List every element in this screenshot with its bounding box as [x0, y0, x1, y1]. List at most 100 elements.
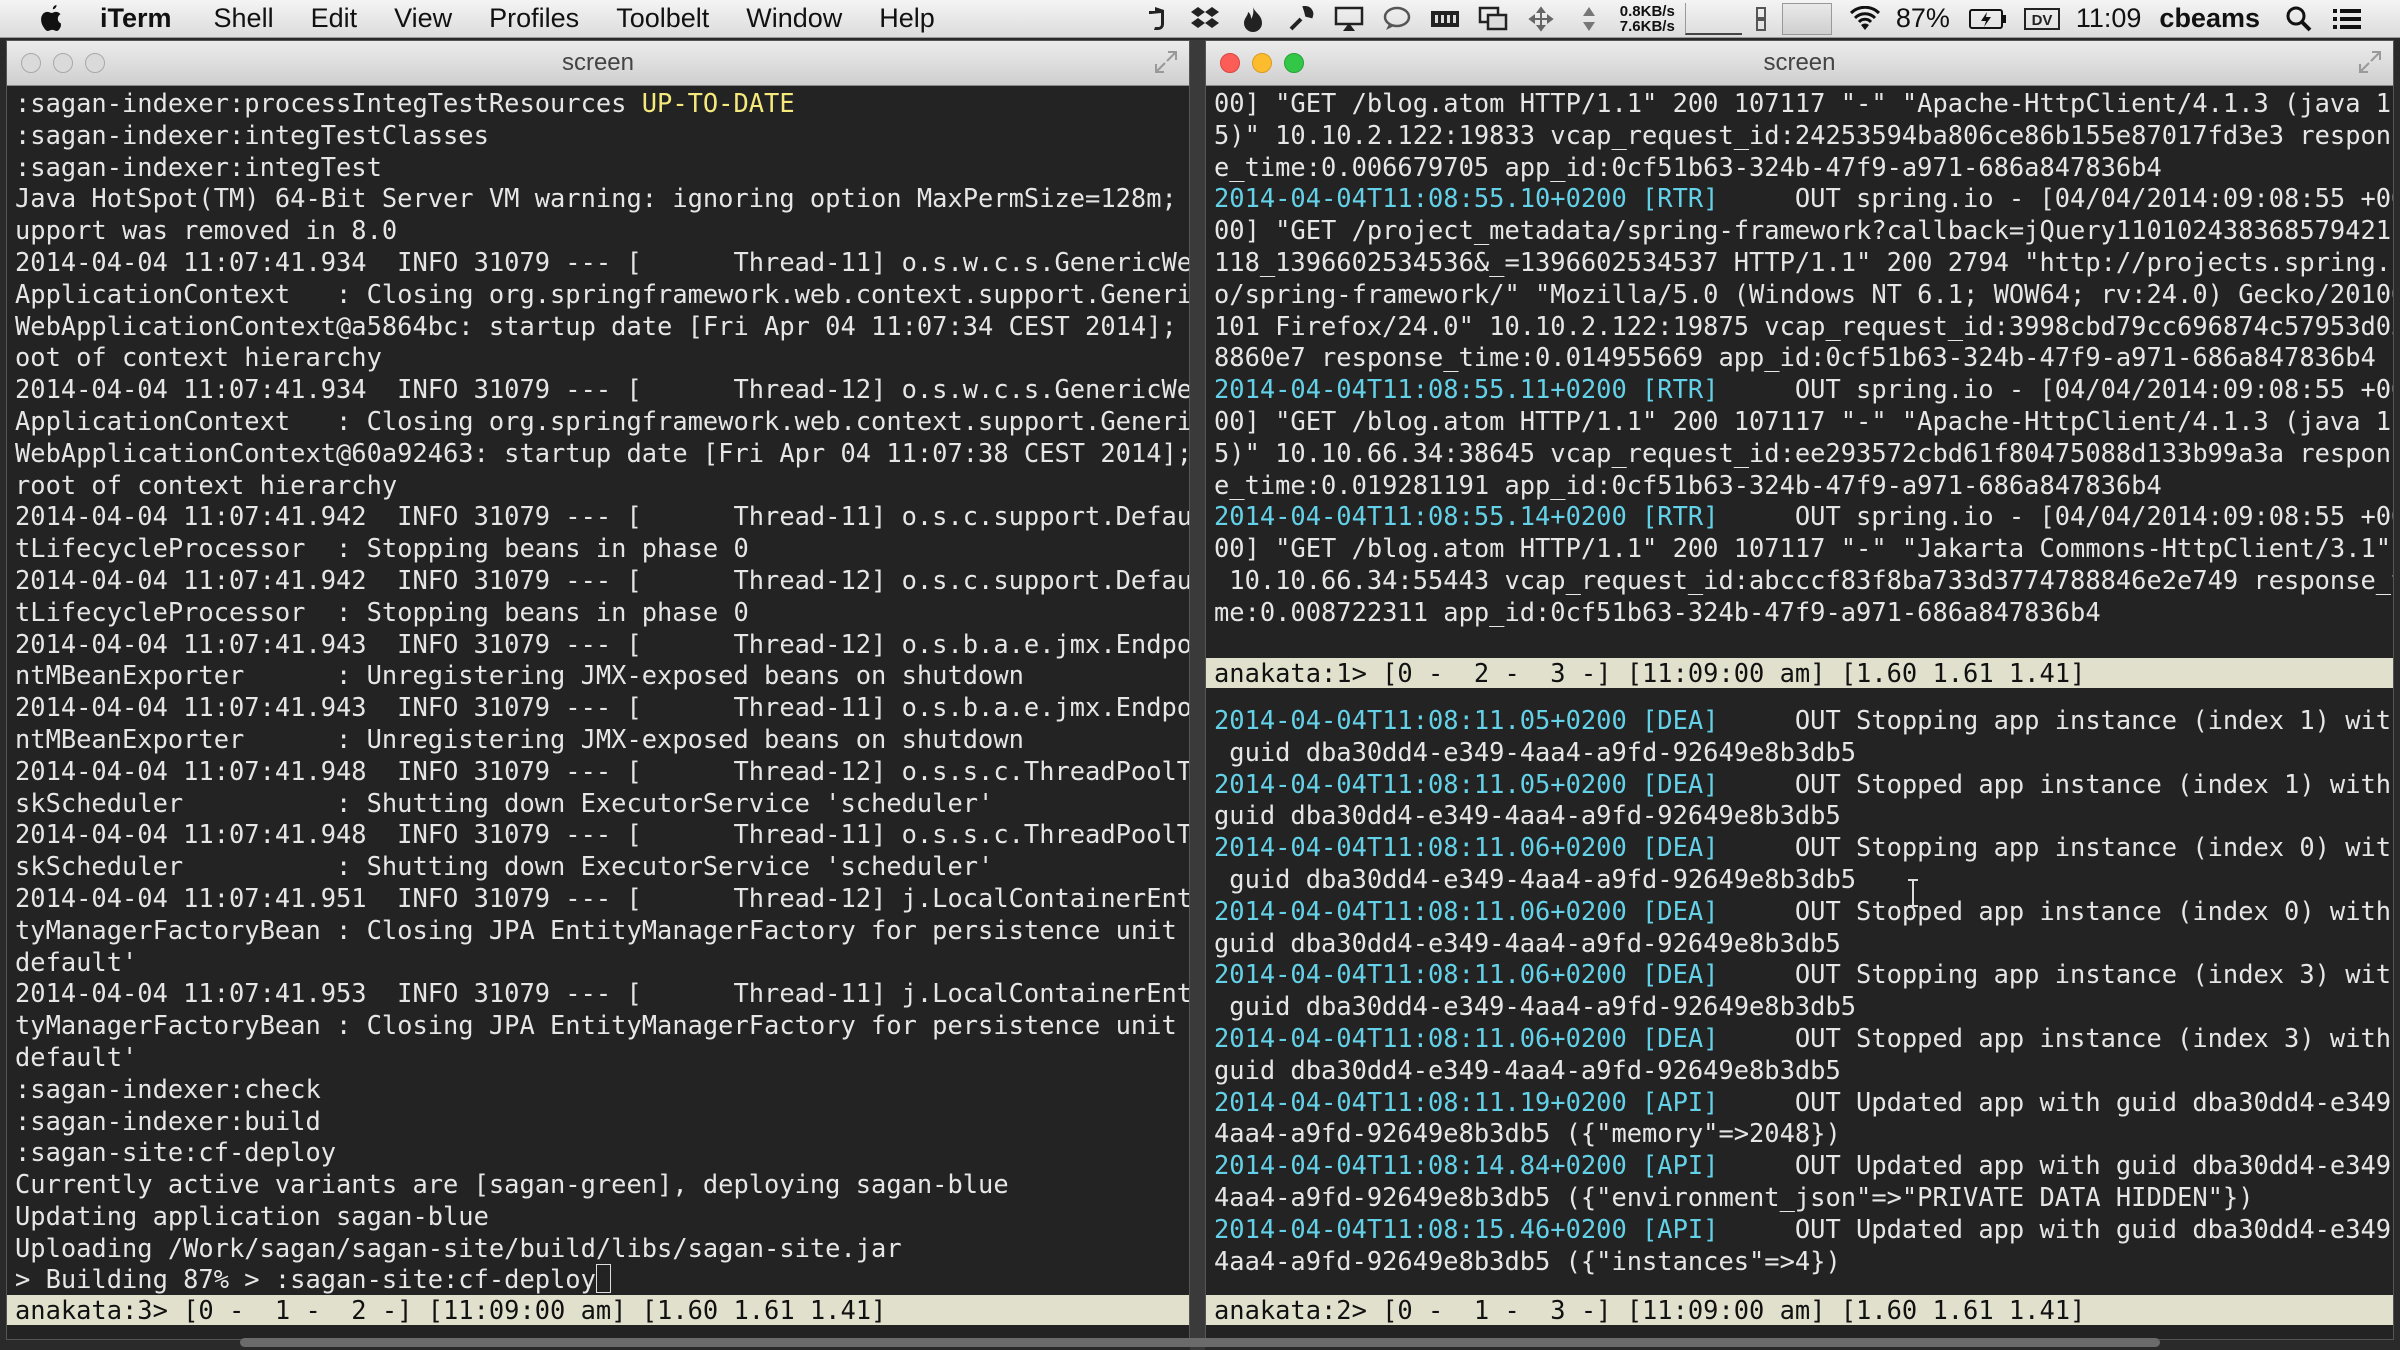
menu-profiles[interactable]: Profiles [489, 3, 579, 34]
window-controls [21, 53, 117, 73]
terminal-line: 00] "GET /blog.atom HTTP/1.1" 200 107117… [1214, 533, 2391, 565]
fullscreen-icon[interactable] [1153, 49, 1179, 75]
list-icon[interactable] [2330, 4, 2364, 34]
menu-items: iTerm Shell Edit View Profiles Toolbelt … [100, 3, 972, 34]
menu-window[interactable]: Window [746, 3, 842, 34]
tools-icon[interactable] [1284, 4, 1318, 34]
line-text: guid dba30dd4-e349-4aa4-a9fd-92649e8b3db… [1214, 991, 1857, 1022]
window-titlebar[interactable]: screen [7, 41, 1189, 86]
dv-icon[interactable]: DV [2022, 4, 2062, 34]
terminal-line: 5)" 10.10.2.122:19833 vcap_request_id:24… [1214, 120, 2393, 152]
line-text: guid dba30dd4-e349-4aa4-a9fd-92649e8b3db… [1214, 736, 1857, 767]
terminal-line: :sagan-indexer:check [15, 1074, 1181, 1106]
terminal-window-left[interactable]: screen :sagan-indexer:processIntegTestRe… [6, 40, 1190, 1340]
log-timestamp: 2014-04-04T11:08:55.11+0200 [RTR] [1214, 374, 1719, 405]
terminal-line: 4aa4-a9fd-92649e8b3db5 ({"instances"=>4}… [1214, 1246, 2385, 1278]
terminal-line: 4aa4-a9fd-92649e8b3db5 ({"environment_js… [1214, 1182, 2385, 1214]
cpu-icon[interactable] [1754, 4, 1768, 34]
line-text: WebApplicationContext@a5864bc: startup d… [15, 310, 1189, 341]
fullscreen-icon[interactable] [2357, 49, 2383, 75]
terminal-line: 2014-04-04 11:07:41.953 INFO 31079 --- [… [15, 978, 1189, 1010]
network-speed: 0.8KB/s 7.6KB/s [1620, 4, 1675, 34]
horizontal-scrollbar[interactable] [240, 1338, 2160, 1347]
search-icon[interactable] [2282, 4, 2316, 34]
minimize-button[interactable] [1252, 53, 1272, 73]
network-graph[interactable] [1684, 2, 1742, 35]
line-text: OUT Stopped app instance (index 1) with [1718, 768, 2392, 799]
battery-percent: 87% [1895, 3, 1950, 33]
move-icon[interactable] [1524, 4, 1558, 34]
clock[interactable]: 11:09 [2076, 3, 2142, 34]
log-timestamp: 2014-04-04T11:08:14.84+0200 [API] [1214, 1150, 1719, 1181]
line-text: OUT Updated app with guid dba30dd4-e349- [1718, 1213, 2393, 1244]
terminal-line: tyManagerFactoryBean : Closing JPA Entit… [15, 1010, 1181, 1042]
window-titlebar[interactable]: screen [1206, 41, 2393, 86]
mouse-cursor-icon [1908, 879, 1918, 907]
line-text: 2014-04-04 11:07:41.948 INFO 31079 --- [… [15, 819, 1189, 850]
user-name[interactable]: cbeams [2159, 3, 2260, 34]
menu-help[interactable]: Help [879, 3, 935, 34]
evernote-icon[interactable] [1140, 4, 1174, 34]
menu-edit[interactable]: Edit [311, 3, 358, 34]
terminal-output-bottom[interactable]: 2014-04-04T11:08:11.05+0200 [DEA] OUT St… [1206, 703, 2393, 1279]
terminal-line: e_time:0.006679705 app_id:0cf51b63-324b-… [1214, 152, 2385, 184]
terminal-line: 2014-04-04T11:08:55.11+0200 [RTR] OUT sp… [1214, 374, 2393, 406]
battery-icon[interactable] [1968, 4, 2008, 34]
line-text: Java HotSpot(TM) 64-Bit Server VM warnin… [15, 183, 1189, 214]
svg-text:DV: DV [2031, 12, 2052, 29]
line-text: upport was removed in 8.0 [15, 215, 398, 246]
line-text: 2014-04-04 11:07:41.934 INFO 31079 --- [… [15, 374, 1189, 405]
screen-split-status-bar: anakata:1> [0 - 2 - 3 -] [11:09:00 am] [… [1206, 658, 2393, 688]
line-text: 2014-04-04 11:07:41.948 INFO 31079 --- [… [15, 755, 1189, 786]
line-text: OUT Stopping app instance (index 0) with [1718, 832, 2393, 863]
arrows-icon[interactable] [1572, 4, 1606, 34]
apple-icon[interactable] [36, 3, 66, 35]
menu-view[interactable]: View [394, 3, 452, 34]
terminal-output-top[interactable]: 00] "GET /blog.atom HTTP/1.1" 200 107117… [1206, 86, 2393, 666]
line-text: > Building 87% > :sagan-site:cf-deploy [15, 1264, 596, 1295]
memory-icon[interactable] [1428, 4, 1462, 34]
terminal-line: 00] "GET /project_metadata/spring-framew… [1214, 215, 2391, 247]
flame-icon[interactable] [1236, 4, 1270, 34]
airplay-icon[interactable] [1332, 4, 1366, 34]
line-text: tLifecycleProcessor : Stopping beans in … [15, 533, 749, 564]
terminal-line: 2014-04-04T11:08:55.10+0200 [RTR] OUT sp… [1214, 183, 2393, 215]
terminal-line: root of context hierarchy [15, 470, 1181, 502]
terminal-line: 2014-04-04 11:07:41.943 INFO 31079 --- [… [15, 692, 1189, 724]
close-button[interactable] [1220, 53, 1240, 73]
terminal-line: 2014-04-04T11:08:11.05+0200 [DEA] OUT St… [1214, 705, 2393, 737]
terminal-line: 118_1396602534536&_=1396602534537 HTTP/1… [1214, 247, 2393, 279]
terminal-window-right[interactable]: screen 00] "GET /blog.atom HTTP/1.1" 200… [1205, 40, 2394, 1340]
zoom-button[interactable] [85, 53, 105, 73]
line-text: 2014-04-04 11:07:41.943 INFO 31079 --- [… [15, 628, 1189, 659]
minimize-button[interactable] [53, 53, 73, 73]
line-text: ntMBeanExporter : Unregistering JMX-expo… [15, 723, 1024, 754]
terminal-line: ApplicationContext : Closing org.springf… [15, 406, 1189, 438]
terminal-line: 2014-04-04T11:08:55.14+0200 [RTR] OUT sp… [1214, 501, 2393, 533]
terminal-line: 2014-04-04T11:08:15.46+0200 [API] OUT Up… [1214, 1214, 2393, 1246]
chat-icon[interactable] [1380, 4, 1414, 34]
cpu-graph[interactable] [1781, 2, 1832, 35]
line-text: ApplicationContext : Closing org.springf… [15, 405, 1189, 436]
terminal-line: :sagan-site:cf-deploy [15, 1137, 1181, 1169]
line-text: o/spring-framework/" "Mozilla/5.0 (Windo… [1214, 278, 2393, 309]
terminal-output[interactable]: :sagan-indexer:processIntegTestResources… [7, 86, 1189, 1339]
terminal-line: 2014-04-04 11:07:41.948 INFO 31079 --- [… [15, 819, 1189, 851]
line-text: 5)" 10.10.2.122:19833 vcap_request_id:24… [1214, 119, 2393, 150]
terminal-line: guid dba30dd4-e349-4aa4-a9fd-92649e8b3db… [1214, 991, 2385, 1023]
log-timestamp: 2014-04-04T11:08:55.10+0200 [RTR] [1214, 183, 1719, 214]
wifi-icon[interactable] [1848, 4, 1882, 34]
windows-icon[interactable] [1476, 4, 1510, 34]
terminal-line: guid dba30dd4-e349-4aa4-a9fd-92649e8b3db… [1214, 800, 2385, 832]
pane-splitter[interactable] [1190, 40, 1205, 1350]
menu-app-iterm[interactable]: iTerm [100, 3, 172, 34]
terminal-line: 2014-04-04 11:07:41.942 INFO 31079 --- [… [15, 501, 1189, 533]
dropbox-icon[interactable] [1188, 4, 1222, 34]
close-button[interactable] [21, 53, 41, 73]
line-text: tyManagerFactoryBean : Closing JPA Entit… [15, 1010, 1189, 1041]
menu-toolbelt[interactable]: Toolbelt [616, 3, 709, 34]
menu-shell[interactable]: Shell [214, 3, 274, 34]
window-title: screen [561, 49, 635, 76]
screen-status-bar: anakata:3> [0 - 1 - 2 -] [11:09:00 am] [… [7, 1295, 1189, 1325]
zoom-button[interactable] [1284, 53, 1304, 73]
